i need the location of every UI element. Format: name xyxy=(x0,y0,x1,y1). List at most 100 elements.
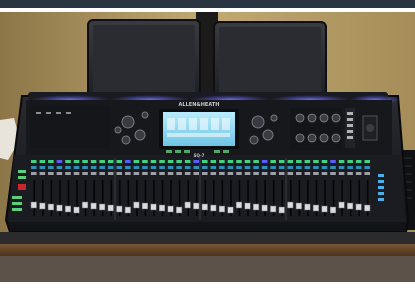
fader-cap xyxy=(278,206,285,214)
fader-slot xyxy=(101,180,104,216)
channel-led xyxy=(236,166,242,169)
channel-button xyxy=(56,172,63,175)
fader-cap xyxy=(304,203,311,211)
fader-cap xyxy=(295,202,302,210)
fader-cap xyxy=(56,204,63,212)
fader-cap xyxy=(184,201,191,209)
channel-led xyxy=(82,166,88,169)
channel-led xyxy=(142,166,148,169)
channel-led xyxy=(296,166,302,169)
channel-led xyxy=(304,166,311,169)
channel-led xyxy=(176,160,182,163)
model-label: SQ-7 xyxy=(194,153,205,158)
channel-button xyxy=(236,172,242,175)
fader-slot xyxy=(136,180,138,216)
channel-led xyxy=(159,160,165,163)
channel-led xyxy=(107,160,114,163)
channel-led xyxy=(202,166,208,169)
channel-led xyxy=(193,160,199,163)
channel-led xyxy=(253,166,259,169)
channel-button xyxy=(210,172,217,175)
channel-button xyxy=(202,172,208,175)
channel-button xyxy=(193,172,199,175)
fader-slot xyxy=(247,180,249,216)
fader-cap xyxy=(201,203,208,211)
channel-led xyxy=(125,166,131,169)
channel-led xyxy=(210,160,217,163)
channel-button xyxy=(48,172,54,175)
fader-slot xyxy=(33,180,36,216)
channel-led xyxy=(227,166,234,169)
channel-led xyxy=(159,166,165,169)
channel-led xyxy=(65,160,71,163)
channel-led xyxy=(184,160,191,163)
fader-slot xyxy=(195,180,198,216)
channel-button xyxy=(39,172,46,175)
channel-led xyxy=(296,160,302,163)
fader-cap xyxy=(159,204,166,212)
channel-button xyxy=(287,172,294,175)
channel-led xyxy=(261,160,268,163)
channel-led xyxy=(90,166,97,169)
channel-button xyxy=(184,172,191,175)
channel-led xyxy=(210,166,217,169)
fader-cap xyxy=(218,205,225,213)
channel-led xyxy=(31,160,37,163)
channel-led xyxy=(219,160,225,163)
channel-button xyxy=(261,172,268,175)
fader-cap xyxy=(244,202,251,210)
channel-led xyxy=(347,160,353,163)
fader-cap xyxy=(167,205,174,213)
photo-scene: ALLEN&HEATH SQ-7 xyxy=(0,0,415,295)
fader-cap xyxy=(116,205,123,213)
channel-led xyxy=(278,160,285,163)
channel-led xyxy=(270,166,276,169)
channel-button xyxy=(313,172,319,175)
fader-cap xyxy=(176,206,183,214)
channel-led xyxy=(355,160,362,163)
fader-cap xyxy=(347,202,354,210)
channel-led xyxy=(150,160,157,163)
channel-led xyxy=(321,166,328,169)
channel-led xyxy=(116,160,123,163)
fader-cap xyxy=(107,204,114,212)
channel-led xyxy=(253,160,259,163)
mixing-console-photo: ALLEN&HEATH SQ-7 xyxy=(0,0,415,295)
fader-slot xyxy=(187,180,189,216)
fader-slot xyxy=(50,180,53,216)
channel-led xyxy=(167,166,174,169)
channel-led xyxy=(107,166,114,169)
channel-button xyxy=(304,172,311,175)
channel-led xyxy=(278,166,285,169)
fader-cap xyxy=(73,206,80,214)
fader-cap xyxy=(30,201,37,209)
channel-led xyxy=(39,166,46,169)
fader-cap xyxy=(355,203,362,211)
fader-cap xyxy=(210,204,217,212)
channel-led xyxy=(56,166,63,169)
channel-led xyxy=(82,160,88,163)
channel-button xyxy=(107,172,114,175)
channel-led xyxy=(48,166,54,169)
channel-led xyxy=(202,160,208,163)
channel-button xyxy=(347,172,353,175)
channel-led xyxy=(167,160,174,163)
channel-led xyxy=(330,166,336,169)
fader-cap xyxy=(133,201,140,209)
fader-cap xyxy=(364,204,371,212)
fader-cap xyxy=(150,203,157,211)
channel-led xyxy=(184,166,191,169)
shelf xyxy=(0,244,415,256)
fader-slot xyxy=(349,180,352,216)
tablet-right xyxy=(213,21,327,99)
fader-slot xyxy=(298,180,301,216)
channel-button xyxy=(150,172,157,175)
fader-cap xyxy=(47,203,54,211)
fader-slot xyxy=(341,180,343,216)
channel-led xyxy=(321,160,328,163)
channel-button xyxy=(296,172,302,175)
fader-slot xyxy=(307,180,309,216)
fader-slot xyxy=(358,180,360,216)
channel-led xyxy=(56,160,63,163)
fader-cap xyxy=(287,201,294,209)
